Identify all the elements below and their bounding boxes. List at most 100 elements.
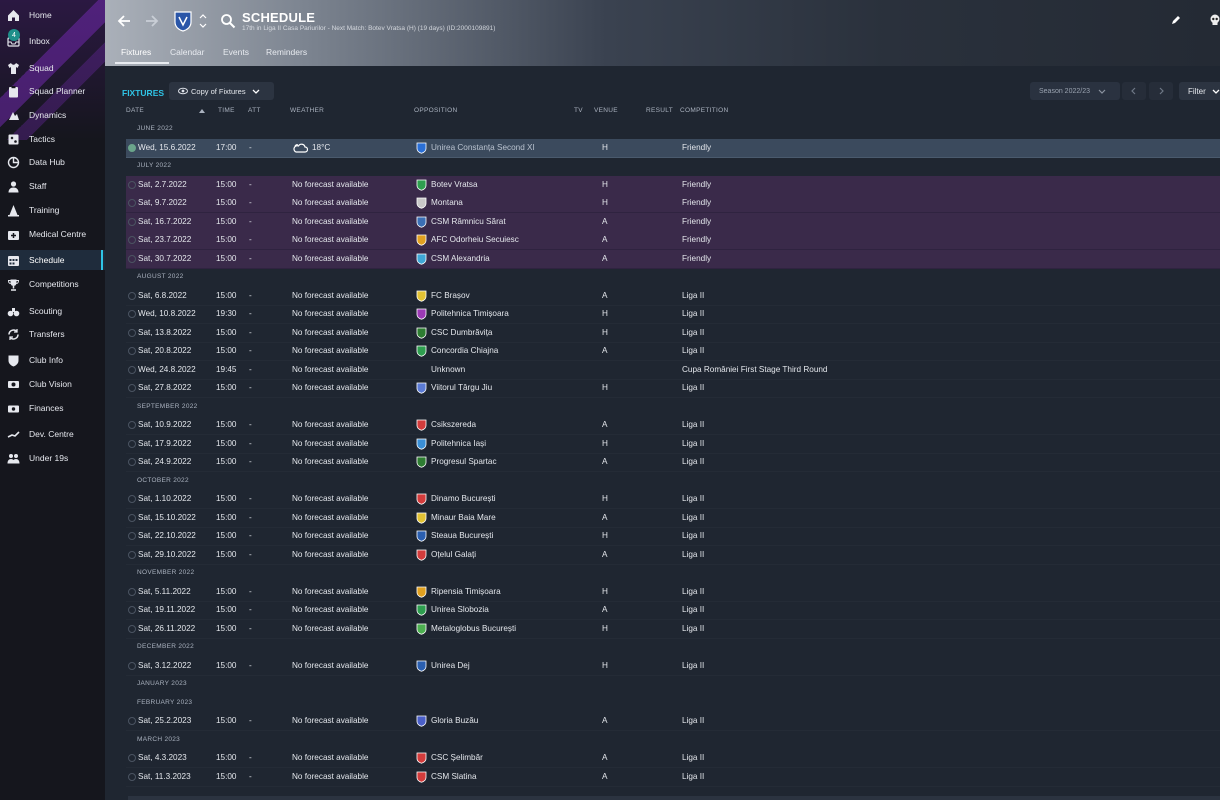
fixture-row[interactable]: Sat, 30.7.2022 15:00 - No forecast availabl… (126, 249, 1220, 269)
fixture-opposition[interactable]: Steaua București (431, 531, 493, 540)
sidebar-item-squad-planner[interactable]: Squad Planner (0, 81, 105, 101)
fixture-row[interactable]: Sat, 29.10.2022 15:00 - No forecast availab… (126, 546, 1220, 565)
sidebar-item-data-hub[interactable]: Data Hub (0, 152, 105, 172)
sidebar-item-competitions[interactable]: Competitions (0, 274, 105, 294)
fixture-opposition[interactable]: Gloria Buzău (431, 716, 478, 725)
fixture-opposition[interactable]: CSC Dumbrăvița (431, 328, 492, 337)
sidebar-item-home[interactable]: Home (0, 5, 105, 25)
sidebar-item-club-info[interactable]: Club Info (0, 350, 105, 370)
sidebar-item-dev-centre[interactable]: Dev. Centre (0, 424, 105, 444)
filter-button[interactable]: Filter (1179, 82, 1220, 100)
fixture-competition: Liga II (682, 660, 705, 670)
fixture-opposition[interactable]: Oțelul Galați (431, 550, 476, 559)
fixture-row[interactable]: Sat, 5.11.2022 15:00 - No forecast availabl… (126, 583, 1220, 602)
fixture-opposition[interactable]: Politehnica Timișoara (431, 309, 509, 318)
fixture-row[interactable]: Sat, 15.10.2022 15:00 - No forecast availab… (126, 509, 1220, 528)
forward-arrow-icon[interactable] (143, 12, 161, 30)
fixture-row[interactable]: Sat, 10.9.2022 15:00 - No forecast availabl… (126, 416, 1220, 435)
fixture-row[interactable]: Sat, 16.7.2022 15:00 - No forecast availabl… (126, 212, 1220, 232)
sort-ascending-icon[interactable] (199, 108, 205, 114)
col-venue[interactable]: VENUE (594, 107, 618, 114)
season-select[interactable]: Season 2022/23 (1030, 82, 1120, 100)
fixture-opposition[interactable]: Unirea Dej (431, 661, 470, 670)
fixture-competition: Liga II (682, 623, 705, 633)
fixture-row[interactable]: Wed, 15.6.2022 17:00 - 18°C Unirea Constanța… (126, 138, 1220, 158)
fixture-opposition[interactable]: Botev Vratsa (431, 180, 478, 189)
col-tv[interactable]: TV (574, 107, 583, 114)
previous-season-button[interactable] (1122, 82, 1146, 100)
sidebar-item-under-19s[interactable]: Under 19s (0, 448, 105, 468)
col-opposition[interactable]: OPPOSITION (414, 107, 457, 114)
fixture-competition: Liga II (682, 457, 705, 466)
fixture-opposition[interactable]: Unknown (431, 365, 465, 374)
fixture-opposition[interactable]: Metaloglobus București (431, 624, 516, 633)
next-season-button[interactable] (1149, 82, 1173, 100)
fixture-row[interactable]: Sat, 25.2.2023 15:00 - No forecast availabl… (126, 712, 1220, 731)
horizontal-scrollbar[interactable] (128, 796, 1220, 800)
fixture-row[interactable]: Sat, 17.9.2022 15:00 - No forecast availabl… (126, 435, 1220, 454)
tab-reminders[interactable]: Reminders (266, 47, 307, 57)
fixture-row[interactable]: Sat, 23.7.2022 15:00 - No forecast availabl… (126, 231, 1220, 250)
fixture-row[interactable]: Sat, 19.11.2022 15:00 - No forecast availab… (126, 601, 1220, 620)
view-dropdown[interactable]: Copy of Fixtures (169, 82, 274, 100)
fixture-opposition[interactable]: Unirea Slobozia (431, 605, 489, 614)
club-crest-icon[interactable] (173, 10, 193, 32)
col-weather[interactable]: WEATHER (290, 107, 324, 114)
fixture-opposition[interactable]: AFC Odorheiu Secuiesc (431, 235, 519, 244)
col-date[interactable]: DATE (126, 107, 144, 114)
sidebar-item-transfers[interactable]: Transfers (0, 324, 105, 344)
fixture-row[interactable]: Sat, 3.12.2022 15:00 - No forecast availabl… (126, 657, 1220, 676)
sidebar-item-finances[interactable]: Finances (0, 398, 105, 418)
fixture-row[interactable]: Wed, 24.8.2022 19:45 - No forecast availabl… (126, 361, 1220, 380)
fixture-row[interactable]: Sat, 9.7.2022 15:00 - No forecast available… (126, 194, 1220, 213)
tab-events[interactable]: Events (223, 47, 249, 57)
fixture-row[interactable]: Sat, 6.8.2022 15:00 - No forecast available… (126, 287, 1220, 306)
fixture-opposition[interactable]: Csikszereda (431, 420, 476, 429)
fixture-row[interactable]: Sat, 27.8.2022 15:00 - No forecast availabl… (126, 379, 1220, 398)
sidebar-item-dynamics[interactable]: Dynamics (0, 105, 105, 125)
tab-fixtures[interactable]: Fixtures (121, 47, 151, 57)
col-result[interactable]: RESULT (646, 107, 673, 114)
col-competition[interactable]: COMPETITION (680, 107, 728, 114)
fixture-row[interactable]: Sat, 26.11.2022 15:00 - No forecast availab… (126, 620, 1220, 639)
fixture-opposition[interactable]: Unirea Constanța Second XI (431, 143, 535, 152)
edit-pencil-icon[interactable] (1170, 14, 1182, 26)
fixture-row[interactable]: Sat, 20.8.2022 15:00 - No forecast availabl… (126, 342, 1220, 361)
fixture-opposition[interactable]: Ripensia Timișoara (431, 587, 501, 596)
fixture-opposition[interactable]: CSM Slatina (431, 772, 477, 781)
fixture-row[interactable]: Sat, 1.10.2022 15:00 - No forecast availabl… (126, 490, 1220, 509)
sidebar-item-club-vision[interactable]: Club Vision (0, 374, 105, 394)
sidebar-item-scouting[interactable]: Scouting (0, 301, 105, 321)
fixture-opposition[interactable]: Montana (431, 198, 463, 207)
fixture-opposition[interactable]: Politehnica Iași (431, 439, 486, 448)
sidebar-item-squad[interactable]: Squad (0, 58, 105, 78)
sidebar-item-training[interactable]: Training (0, 200, 105, 220)
fixture-opposition[interactable]: CSM Râmnicu Sărat (431, 217, 506, 226)
sidebar-item-tactics[interactable]: Tactics (0, 129, 105, 149)
fixture-opposition[interactable]: Viitorul Târgu Jiu (431, 383, 492, 392)
fixture-opposition[interactable]: CSC Șelimbăr (431, 753, 483, 762)
fixture-opposition[interactable]: CSM Alexandria (431, 254, 490, 263)
fixture-opposition[interactable]: FC Brașov (431, 291, 470, 300)
fixture-opposition[interactable]: Concordia Chiajna (431, 346, 498, 355)
fixture-row[interactable]: Sat, 24.9.2022 15:00 - No forecast availabl… (126, 453, 1220, 472)
tab-calendar[interactable]: Calendar (170, 47, 205, 57)
col-time[interactable]: TIME (218, 107, 235, 114)
sidebar-item-medical-centre[interactable]: Medical Centre (0, 224, 105, 244)
fixture-opposition[interactable]: Progresul Spartac (431, 457, 497, 466)
fixture-opposition[interactable]: Dinamo București (431, 494, 496, 503)
sidebar-item-schedule[interactable]: Schedule (0, 250, 105, 270)
fixture-row[interactable]: Sat, 22.10.2022 15:00 - No forecast availab… (126, 527, 1220, 546)
fixture-row[interactable]: Sat, 4.3.2023 15:00 - No forecast available… (126, 749, 1220, 768)
fixture-row[interactable]: Sat, 11.3.2023 15:00 - No forecast availabl… (126, 768, 1220, 787)
club-switch-icon[interactable] (199, 12, 207, 30)
search-icon[interactable] (220, 13, 236, 29)
sidebar-item-staff[interactable]: Staff (0, 176, 105, 196)
fixture-row[interactable]: Sat, 13.8.2022 15:00 - No forecast availabl… (126, 324, 1220, 343)
col-att[interactable]: ATT (248, 107, 261, 114)
fixture-row[interactable]: Sat, 2.7.2022 15:00 - No forecast available… (126, 175, 1220, 195)
fixture-opposition[interactable]: Minaur Baia Mare (431, 513, 496, 522)
fixture-row[interactable]: Wed, 10.8.2022 19:30 - No forecast availabl… (126, 305, 1220, 324)
skull-icon[interactable] (1209, 14, 1220, 26)
back-arrow-icon[interactable] (115, 12, 133, 30)
